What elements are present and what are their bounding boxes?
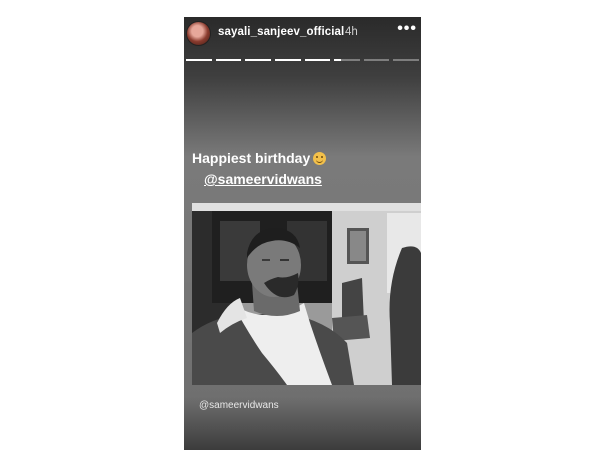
avatar[interactable]	[186, 21, 211, 46]
progress-segment	[393, 59, 419, 61]
hugging-face-emoji-icon	[313, 152, 327, 165]
progress-segment	[274, 59, 301, 61]
progress-segment-fill	[245, 59, 271, 61]
story-header: sayali_sanjeev_official 4h •••	[184, 17, 421, 57]
username[interactable]: sayali_sanjeev_official	[218, 26, 344, 38]
story-progress-bar	[186, 59, 419, 61]
progress-segment-fill	[215, 59, 242, 61]
caption-line: Happiest birthday	[192, 150, 311, 166]
progress-segment	[215, 59, 242, 61]
progress-segment	[334, 59, 360, 61]
more-options-icon[interactable]: •••	[397, 21, 417, 37]
story-viewer[interactable]: sayali_sanjeev_official 4h ••• Happiest …	[184, 17, 421, 450]
story-photo	[192, 203, 421, 385]
caption-mention[interactable]: @sameervidwans	[204, 171, 322, 187]
progress-segment	[245, 59, 271, 61]
progress-segment-fill	[186, 59, 212, 61]
photo-tag[interactable]: @sameervidwans	[199, 400, 279, 411]
progress-segment	[363, 59, 390, 61]
caption-text: Happiest birthday	[192, 150, 327, 166]
progress-segment-fill	[334, 59, 341, 61]
progress-segment-fill	[274, 59, 301, 61]
progress-segment	[304, 59, 331, 61]
progress-segment	[186, 59, 212, 61]
progress-segment-fill	[304, 59, 331, 61]
post-time: 4h	[345, 26, 358, 38]
